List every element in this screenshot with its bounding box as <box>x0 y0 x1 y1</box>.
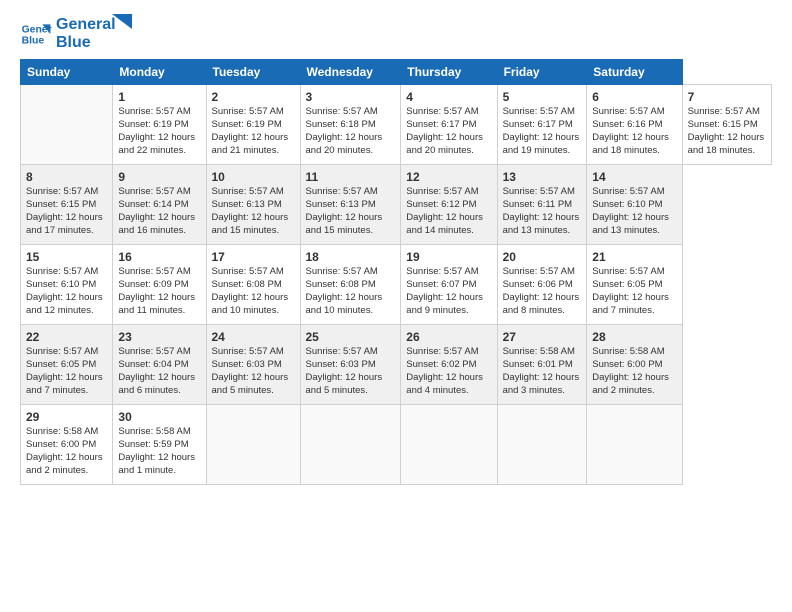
calendar-day-header: Friday <box>497 60 587 85</box>
day-number: 24 <box>212 329 295 345</box>
calendar-day-cell: 6Sunrise: 5:57 AMSunset: 6:16 PMDaylight… <box>587 85 682 165</box>
calendar-day-cell <box>300 405 401 485</box>
calendar-day-cell: 30Sunrise: 5:58 AMSunset: 5:59 PMDayligh… <box>113 405 206 485</box>
calendar-day-cell: 9Sunrise: 5:57 AMSunset: 6:14 PMDaylight… <box>113 165 206 245</box>
calendar-day-cell: 11Sunrise: 5:57 AMSunset: 6:13 PMDayligh… <box>300 165 401 245</box>
calendar-week-row: 22Sunrise: 5:57 AMSunset: 6:05 PMDayligh… <box>21 325 772 405</box>
calendar-day-cell: 23Sunrise: 5:57 AMSunset: 6:04 PMDayligh… <box>113 325 206 405</box>
calendar-day-cell: 4Sunrise: 5:57 AMSunset: 6:17 PMDaylight… <box>401 85 497 165</box>
day-number: 2 <box>212 89 295 105</box>
calendar-day-cell <box>497 405 587 485</box>
calendar-day-cell: 24Sunrise: 5:57 AMSunset: 6:03 PMDayligh… <box>206 325 300 405</box>
day-number: 7 <box>688 89 766 105</box>
calendar-day-cell: 12Sunrise: 5:57 AMSunset: 6:12 PMDayligh… <box>401 165 497 245</box>
day-number: 9 <box>118 169 200 185</box>
calendar-day-cell: 20Sunrise: 5:57 AMSunset: 6:06 PMDayligh… <box>497 245 587 325</box>
calendar-day-header: Monday <box>113 60 206 85</box>
calendar-day-header: Wednesday <box>300 60 401 85</box>
calendar-day-cell: 29Sunrise: 5:58 AMSunset: 6:00 PMDayligh… <box>21 405 113 485</box>
day-number: 1 <box>118 89 200 105</box>
day-number: 4 <box>406 89 491 105</box>
calendar-day-cell: 13Sunrise: 5:57 AMSunset: 6:11 PMDayligh… <box>497 165 587 245</box>
calendar-day-cell: 8Sunrise: 5:57 AMSunset: 6:15 PMDaylight… <box>21 165 113 245</box>
calendar-day-cell: 1Sunrise: 5:57 AMSunset: 6:19 PMDaylight… <box>113 85 206 165</box>
day-number: 22 <box>26 329 107 345</box>
day-number: 10 <box>212 169 295 185</box>
day-number: 26 <box>406 329 491 345</box>
logo: General Blue General Blue <box>20 16 132 51</box>
calendar-day-header: Thursday <box>401 60 497 85</box>
day-number: 23 <box>118 329 200 345</box>
day-number: 27 <box>503 329 582 345</box>
header: General Blue General Blue <box>20 16 772 51</box>
calendar-day-cell: 21Sunrise: 5:57 AMSunset: 6:05 PMDayligh… <box>587 245 682 325</box>
day-number: 25 <box>306 329 396 345</box>
page: General Blue General Blue SundayMondayTu… <box>0 0 792 612</box>
day-number: 8 <box>26 169 107 185</box>
calendar-header-row: SundayMondayTuesdayWednesdayThursdayFrid… <box>21 60 772 85</box>
calendar-day-cell: 10Sunrise: 5:57 AMSunset: 6:13 PMDayligh… <box>206 165 300 245</box>
calendar-day-cell: 14Sunrise: 5:57 AMSunset: 6:10 PMDayligh… <box>587 165 682 245</box>
calendar-day-header: Saturday <box>587 60 682 85</box>
day-number: 14 <box>592 169 676 185</box>
calendar-week-row: 15Sunrise: 5:57 AMSunset: 6:10 PMDayligh… <box>21 245 772 325</box>
calendar-day-cell: 27Sunrise: 5:58 AMSunset: 6:01 PMDayligh… <box>497 325 587 405</box>
calendar-day-cell: 16Sunrise: 5:57 AMSunset: 6:09 PMDayligh… <box>113 245 206 325</box>
day-number: 5 <box>503 89 582 105</box>
day-number: 12 <box>406 169 491 185</box>
day-number: 21 <box>592 249 676 265</box>
calendar-day-cell: 17Sunrise: 5:57 AMSunset: 6:08 PMDayligh… <box>206 245 300 325</box>
logo-general: General <box>56 16 116 34</box>
day-number: 3 <box>306 89 396 105</box>
calendar-day-cell <box>206 405 300 485</box>
calendar-day-cell: 19Sunrise: 5:57 AMSunset: 6:07 PMDayligh… <box>401 245 497 325</box>
calendar-day-header: Sunday <box>21 60 113 85</box>
svg-text:Blue: Blue <box>22 35 45 46</box>
day-number: 11 <box>306 169 396 185</box>
day-number: 16 <box>118 249 200 265</box>
calendar-week-row: 8Sunrise: 5:57 AMSunset: 6:15 PMDaylight… <box>21 165 772 245</box>
calendar-day-cell: 7Sunrise: 5:57 AMSunset: 6:15 PMDaylight… <box>682 85 771 165</box>
day-number: 17 <box>212 249 295 265</box>
logo-blue: Blue <box>56 34 116 52</box>
day-number: 28 <box>592 329 676 345</box>
calendar-day-cell: 28Sunrise: 5:58 AMSunset: 6:00 PMDayligh… <box>587 325 682 405</box>
day-number: 29 <box>26 409 107 425</box>
calendar-day-cell: 18Sunrise: 5:57 AMSunset: 6:08 PMDayligh… <box>300 245 401 325</box>
calendar-day-cell: 22Sunrise: 5:57 AMSunset: 6:05 PMDayligh… <box>21 325 113 405</box>
day-number: 13 <box>503 169 582 185</box>
calendar-table: SundayMondayTuesdayWednesdayThursdayFrid… <box>20 59 772 485</box>
calendar-day-cell: 26Sunrise: 5:57 AMSunset: 6:02 PMDayligh… <box>401 325 497 405</box>
calendar-day-cell: 2Sunrise: 5:57 AMSunset: 6:19 PMDaylight… <box>206 85 300 165</box>
day-number: 20 <box>503 249 582 265</box>
calendar-day-cell: 5Sunrise: 5:57 AMSunset: 6:17 PMDaylight… <box>497 85 587 165</box>
calendar-day-header: Tuesday <box>206 60 300 85</box>
day-number: 19 <box>406 249 491 265</box>
calendar-day-cell: 25Sunrise: 5:57 AMSunset: 6:03 PMDayligh… <box>300 325 401 405</box>
day-number: 18 <box>306 249 396 265</box>
day-number: 30 <box>118 409 200 425</box>
calendar-day-cell <box>401 405 497 485</box>
day-number: 6 <box>592 89 676 105</box>
empty-cell <box>21 85 113 165</box>
day-number: 15 <box>26 249 107 265</box>
calendar-day-cell: 3Sunrise: 5:57 AMSunset: 6:18 PMDaylight… <box>300 85 401 165</box>
calendar-week-row: 1Sunrise: 5:57 AMSunset: 6:19 PMDaylight… <box>21 85 772 165</box>
calendar-week-row: 29Sunrise: 5:58 AMSunset: 6:00 PMDayligh… <box>21 405 772 485</box>
calendar-day-cell: 15Sunrise: 5:57 AMSunset: 6:10 PMDayligh… <box>21 245 113 325</box>
calendar-day-cell <box>587 405 682 485</box>
